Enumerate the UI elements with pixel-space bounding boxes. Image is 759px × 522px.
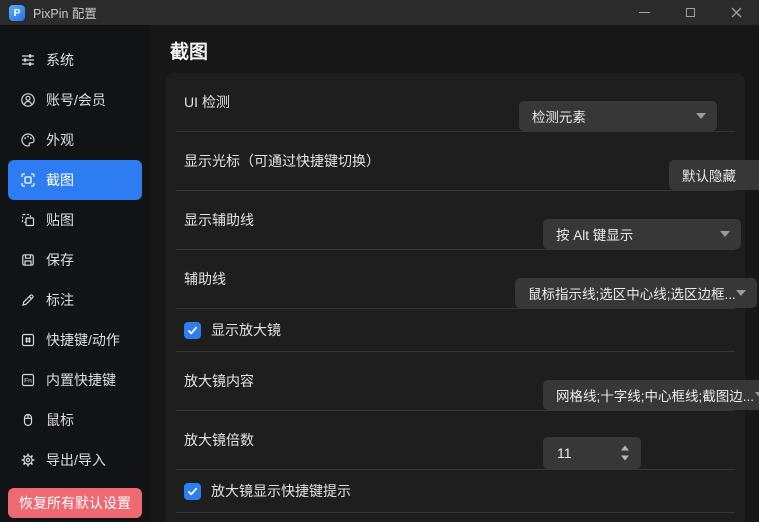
sidebar-item-builtin-hotkeys[interactable]: Fn 内置快捷键 (8, 360, 142, 400)
check-icon (186, 324, 199, 337)
spinner-up-button[interactable] (621, 446, 629, 451)
settings-row-guide-lines: 辅助线 鼠标指示线;选区中心线;选区边框... (176, 250, 735, 309)
sidebar: 系统 账号/会员 (0, 25, 150, 522)
sidebar-item-export-import[interactable]: 导出/导入 (8, 440, 142, 480)
window-controls (621, 0, 759, 25)
pencil-icon (20, 292, 36, 308)
chevron-down-icon (696, 113, 706, 119)
mouse-icon (20, 412, 36, 428)
magnifier-hotkey-tip-checkbox[interactable] (184, 483, 201, 500)
magnifier-zoom-spinner[interactable]: 11 (543, 437, 641, 469)
hash-icon (20, 332, 36, 348)
sidebar-item-hotkeys[interactable]: 快捷键/动作 (8, 320, 142, 360)
screenshot-icon (20, 172, 36, 188)
setting-label: 辅助线 (184, 269, 226, 289)
select-value: 网格线;十字线;中心框线;截图边... (556, 385, 754, 405)
sidebar-item-label: 外观 (46, 130, 74, 150)
sidebar-item-label: 系统 (46, 50, 74, 70)
ui-detect-select[interactable]: 检测元素 (519, 101, 717, 131)
setting-label: 放大镜内容 (184, 371, 254, 391)
sidebar-item-label: 账号/会员 (46, 90, 106, 110)
settings-row-cursor-display: 显示光标（可通过快捷键切换） 默认隐藏 (176, 132, 735, 191)
user-icon (20, 92, 36, 108)
chevron-down-icon (755, 392, 759, 398)
setting-label: UI 检测 (184, 92, 230, 112)
main-content: 截图 UI 检测 检测元素 显示光标（可通过快捷键切换） 默认隐藏 (150, 25, 759, 522)
sidebar-item-system[interactable]: 系统 (8, 40, 142, 80)
sidebar-item-label: 保存 (46, 250, 74, 270)
close-button[interactable] (713, 0, 759, 25)
cursor-display-select[interactable]: 默认隐藏 (669, 160, 759, 190)
sidebar-item-mouse[interactable]: 鼠标 (8, 400, 142, 440)
sidebar-item-annotate[interactable]: 标注 (8, 280, 142, 320)
titlebar: P PixPin 配置 (0, 0, 759, 25)
setting-label: 放大镜倍数 (184, 430, 254, 450)
select-value: 鼠标指示线;选区中心线;选区边框... (528, 283, 736, 303)
select-value: 按 Alt 键显示 (556, 224, 633, 244)
select-value: 检测元素 (532, 106, 586, 126)
restore-defaults-button[interactable]: 恢复所有默认设置 (8, 488, 142, 518)
sidebar-item-paste[interactable]: 贴图 (8, 200, 142, 240)
sidebar-item-label: 截图 (46, 170, 74, 190)
settings-card: UI 检测 检测元素 显示光标（可通过快捷键切换） 默认隐藏 (166, 73, 745, 522)
minimize-icon (639, 12, 650, 14)
gear-icon (20, 452, 36, 468)
sidebar-item-label: 导出/导入 (46, 450, 106, 470)
sliders-icon (20, 52, 36, 68)
spinner-arrows (621, 446, 629, 461)
close-icon (731, 7, 742, 18)
svg-text:Fn: Fn (24, 378, 32, 385)
setting-label: 显示放大镜 (211, 320, 281, 340)
sidebar-item-label: 快捷键/动作 (46, 330, 120, 350)
pixpin-settings-window: P PixPin 配置 系统 (0, 0, 759, 522)
minimize-button[interactable] (621, 0, 667, 25)
magnifier-content-select[interactable]: 网格线;十字线;中心框线;截图边... (543, 380, 759, 410)
spinner-down-button[interactable] (621, 456, 629, 461)
maximize-icon (686, 8, 695, 17)
show-magnifier-checkbox[interactable] (184, 322, 201, 339)
setting-label: 显示辅助线 (184, 210, 254, 230)
settings-row-magnifier-zoom: 放大镜倍数 11 (176, 411, 735, 470)
spinner-value: 11 (557, 445, 572, 461)
sidebar-item-appearance[interactable]: 外观 (8, 120, 142, 160)
sidebar-item-save[interactable]: 保存 (8, 240, 142, 280)
setting-label: 显示光标（可通过快捷键切换） (184, 151, 380, 171)
settings-row-show-magnifier: 显示放大镜 (176, 309, 735, 352)
window-title: PixPin 配置 (33, 3, 97, 22)
sidebar-item-label: 内置快捷键 (46, 370, 116, 390)
settings-row-ui-detect: UI 检测 检测元素 (176, 73, 735, 132)
chevron-down-icon (720, 231, 730, 237)
setting-label: 放大镜显示快捷键提示 (211, 481, 351, 501)
page-title: 截图 (170, 37, 759, 64)
save-icon (20, 252, 36, 268)
select-value: 默认隐藏 (682, 165, 736, 185)
pin-image-icon (20, 212, 36, 228)
guide-lines-select[interactable]: 鼠标指示线;选区中心线;选区边框... (515, 278, 757, 308)
sidebar-item-label: 标注 (46, 290, 74, 310)
settings-row-guide-display: 显示辅助线 按 Alt 键显示 (176, 191, 735, 250)
chevron-down-icon (736, 290, 746, 296)
sidebar-item-label: 鼠标 (46, 410, 74, 430)
check-icon (186, 485, 199, 498)
palette-icon (20, 132, 36, 148)
settings-row-magnifier-content: 放大镜内容 网格线;十字线;中心框线;截图边... (176, 352, 735, 411)
app-logo: P (9, 5, 25, 21)
settings-row-magnifier-hotkey-tip: 放大镜显示快捷键提示 (176, 470, 735, 513)
guide-display-select[interactable]: 按 Alt 键显示 (543, 219, 741, 249)
fn-icon: Fn (20, 372, 36, 388)
sidebar-item-label: 贴图 (46, 210, 74, 230)
sidebar-item-screenshot[interactable]: 截图 (8, 160, 142, 200)
maximize-button[interactable] (667, 0, 713, 25)
sidebar-item-account[interactable]: 账号/会员 (8, 80, 142, 120)
